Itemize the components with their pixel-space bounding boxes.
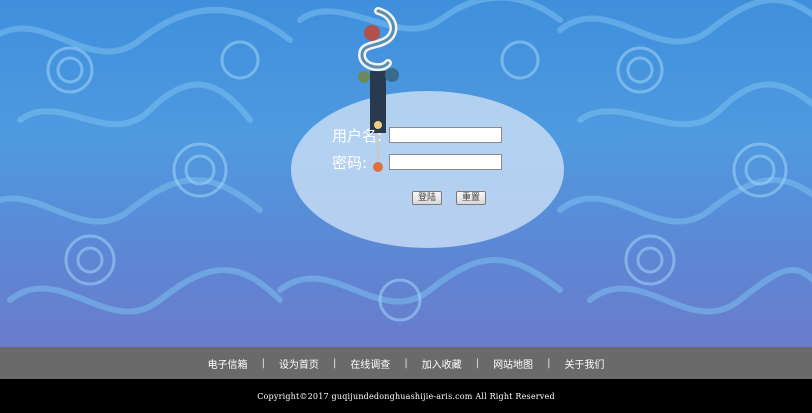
login-button[interactable]: 登陆 (412, 191, 442, 205)
password-input[interactable] (389, 154, 502, 170)
nav-link-sitemap[interactable]: 网站地图 (479, 356, 547, 371)
nav-link-bookmark[interactable]: 加入收藏 (408, 356, 476, 371)
nav-link-about[interactable]: 关于我们 (550, 356, 618, 371)
copyright-bar: Copyright©2017 guqijundedonghuashijie-ar… (0, 379, 812, 413)
username-label: 用户名: (332, 127, 383, 145)
nav-link-set-homepage[interactable]: 设为首页 (265, 356, 333, 371)
footer-nav: 电子信箱 | 设为首页 | 在线调查 | 加入收藏 | 网站地图 | 关于我们 (0, 347, 812, 379)
password-label: 密码: (332, 154, 368, 172)
footer-nav-bar: 电子信箱 | 设为首页 | 在线调查 | 加入收藏 | 网站地图 | 关于我们 (0, 347, 812, 379)
username-input[interactable] (389, 127, 502, 143)
copyright-text: Copyright©2017 guqijundedonghuashijie-ar… (257, 391, 555, 401)
nav-link-email[interactable]: 电子信箱 (194, 356, 262, 371)
nav-link-survey[interactable]: 在线调查 (336, 356, 404, 371)
reset-button[interactable]: 重置 (456, 191, 486, 205)
